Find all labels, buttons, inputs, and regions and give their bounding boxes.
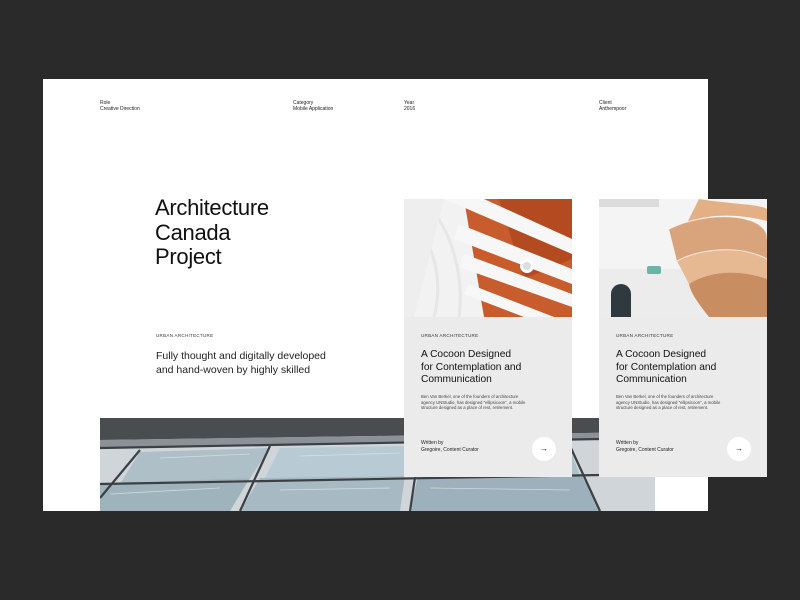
title-line: Project [155, 244, 222, 269]
arrow-right-icon[interactable]: → [727, 437, 751, 461]
meta-value: Anthempoor [599, 106, 627, 112]
meta-value: 2016 [404, 106, 416, 112]
meta-client: Client Anthempoor [599, 100, 626, 112]
card-title-line: Communication [421, 374, 492, 385]
meta-role: Role Creative Direction [100, 100, 140, 112]
title-line: Architecture [155, 195, 269, 220]
article-card[interactable]: URBAN ARCHITECTURE A Cocoon Designed for… [404, 199, 572, 477]
card-title-line: for Contemplation and [421, 361, 522, 373]
meta-category: Category Mobile Application [293, 100, 333, 112]
arrow-right-icon[interactable]: → [532, 437, 556, 461]
card-byline: Written by Gregoire, Content Curator [421, 440, 479, 454]
card-image-ceiling [404, 199, 572, 317]
byline-label: Written by [421, 440, 444, 446]
meta-year: Year 2016 [404, 100, 415, 112]
card-title[interactable]: A Cocoon Designed for Contemplation and … [616, 349, 756, 387]
card-body: Ben Van Berkel, one of the founders of a… [616, 394, 721, 411]
card-byline: Written by Gregoire, Content Curator [616, 440, 674, 454]
card-eyebrow: URBAN ARCHITECTURE [616, 333, 674, 338]
orange-ceiling-photo [404, 199, 572, 317]
card-title-line: Communication [616, 374, 687, 385]
article-card[interactable]: URBAN ARCHITECTURE A Cocoon Designed for… [599, 199, 767, 477]
card-title[interactable]: A Cocoon Designed for Contemplation and … [421, 349, 561, 387]
meta-value: Mobile Application [293, 106, 334, 112]
page-title: Architecture Canada Project [155, 195, 269, 270]
card-title-line: for Contemplation and [616, 361, 717, 373]
card-eyebrow: URBAN ARCHITECTURE [421, 333, 479, 338]
card-title-line: A Cocoon Designed [616, 349, 707, 360]
spiral-staircase-photo [599, 199, 767, 317]
meta-value: Creative Direction [100, 106, 140, 112]
card-body: Ben Van Berkel, one of the founders of a… [421, 394, 526, 411]
title-line: Canada [155, 219, 231, 245]
card-image-staircase [599, 199, 767, 317]
byline-name: Gregoire, Content Curator [421, 447, 479, 453]
byline-label: Written by [616, 440, 639, 446]
section-eyebrow: URBAN ARCHITECTURE [156, 333, 214, 338]
byline-name: Gregoire, Content Curator [616, 447, 674, 453]
card-title-line: A Cocoon Designed [421, 349, 512, 360]
lead-paragraph: Fully thought and digitally developed an… [156, 350, 326, 376]
